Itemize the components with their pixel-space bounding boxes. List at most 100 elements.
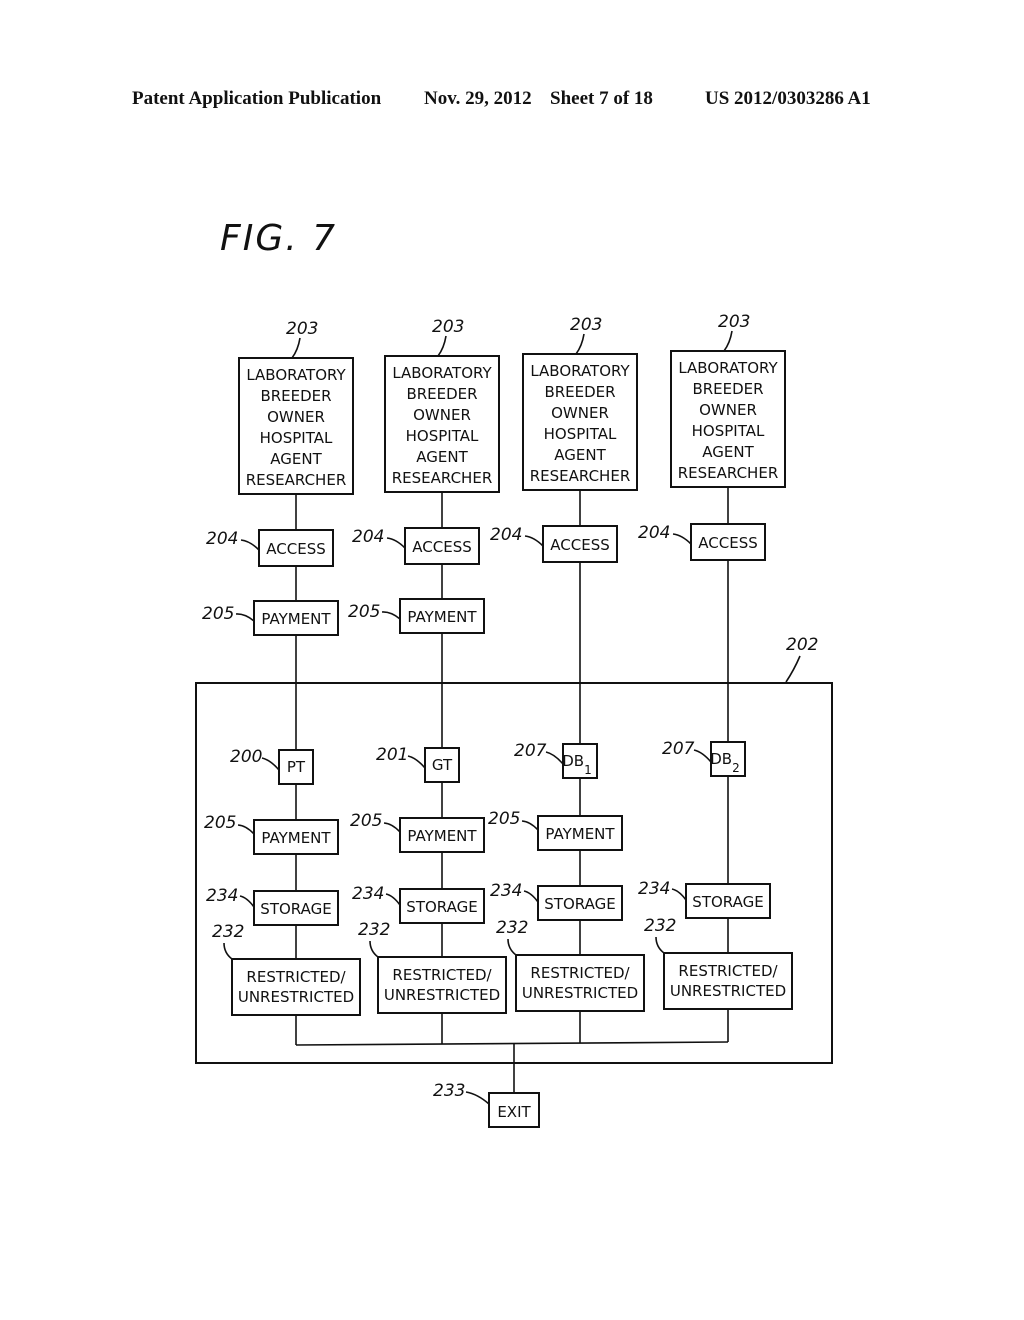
col1-restricted-box: RESTRICTED/UNRESTRICTED	[231, 958, 361, 1016]
col1-payment-in-ref: 205	[202, 604, 234, 624]
col2-storage-label: STORAGE	[406, 898, 477, 916]
col4-entity-line: AGENT	[702, 443, 754, 461]
col3-entity-line: LABORATORY	[530, 362, 630, 380]
col3-restricted-line: UNRESTRICTED	[522, 984, 638, 1002]
col2-restricted-line: RESTRICTED/	[392, 966, 492, 984]
col4-access-label: ACCESS	[698, 534, 757, 552]
col1-entity-line: HOSPITAL	[260, 429, 333, 447]
col2-node-label: GT	[432, 756, 453, 774]
col2-entity-line: AGENT	[416, 448, 468, 466]
col4-storage-ref: 234	[638, 879, 670, 899]
col2-entity-line: HOSPITAL	[406, 427, 479, 445]
col2-payment-in-ref: 205	[348, 602, 380, 622]
col3-entity-line: AGENT	[554, 446, 606, 464]
col2-access-leader	[386, 537, 406, 549]
col1-payment-leader	[237, 824, 255, 835]
col3-restricted-leader	[507, 938, 517, 956]
col4-node-leader	[693, 749, 712, 763]
col3-storage-ref: 234	[490, 881, 522, 901]
col2-payment-in-leader	[381, 611, 401, 620]
col1-access-ref: 204	[206, 529, 238, 549]
col3-entity-box: LABORATORY BREEDER OWNER HOSPITAL AGENT RESEA…	[522, 353, 638, 491]
col3-restricted-line: RESTRICTED/	[530, 964, 630, 982]
col1-entity-line: AGENT	[270, 450, 322, 468]
col1-entity-line: LABORATORY	[246, 366, 346, 384]
col4-entity-line: LABORATORY	[678, 359, 778, 377]
col4-entity-line: RESEARCHER	[678, 464, 779, 482]
col1-storage-label: STORAGE	[260, 900, 331, 918]
col4-entity-line: OWNER	[699, 401, 757, 419]
col3-access-box: ACCESS	[542, 525, 618, 563]
col2-entity-line: BREEDER	[406, 385, 477, 403]
col4-entity-leader	[723, 330, 733, 352]
merge-bus	[295, 1041, 729, 1046]
exit-ref: 233	[433, 1081, 465, 1101]
col2-access-box: ACCESS	[404, 527, 480, 565]
col1-payment-in-box: PAYMENT	[253, 600, 339, 636]
col4-restricted-ref: 232	[644, 916, 676, 936]
col3-storage-leader	[523, 890, 539, 903]
col1-node-label: PT	[287, 758, 306, 776]
col2-entity-leader	[437, 335, 447, 357]
col1-access-label: ACCESS	[266, 540, 325, 558]
col1-entity-leader	[291, 337, 301, 359]
col3-node-ref: 207	[514, 741, 547, 761]
col2-access-ref: 204	[352, 527, 384, 547]
col4-storage-label: STORAGE	[692, 893, 763, 911]
col4-storage-leader	[671, 888, 687, 901]
col3-restricted-ref: 232	[496, 918, 528, 938]
col1-storage-ref: 234	[206, 886, 238, 906]
col3-payment-ref: 205	[488, 809, 520, 829]
col3-node-subscript: 1	[584, 763, 592, 777]
col2-node-ref: 201	[376, 745, 408, 765]
exit-box: EXIT	[488, 1092, 540, 1128]
col3-entity-leader	[575, 333, 585, 355]
col3-restricted-box: RESTRICTED/UNRESTRICTED	[515, 954, 645, 1012]
col2-payment-box: PAYMENT	[399, 817, 485, 853]
col4-restricted-line: RESTRICTED/	[678, 962, 778, 980]
col1-access-box: ACCESS	[258, 529, 334, 567]
col2-access-label: ACCESS	[412, 538, 471, 556]
col1-restricted-line: RESTRICTED/	[246, 968, 346, 986]
col3-storage-label: STORAGE	[544, 895, 615, 913]
col1-entity-line: OWNER	[267, 408, 325, 426]
col3-entity-line: RESEARCHER	[530, 467, 631, 485]
col1-node-ref: 200	[230, 747, 262, 767]
col1-entity-line: BREEDER	[260, 387, 331, 405]
col3-access-label: ACCESS	[550, 536, 609, 554]
col4-access-box: ACCESS	[690, 523, 766, 561]
col3-node-box: DB1	[562, 743, 598, 779]
col4-access-leader	[672, 533, 692, 545]
col4-entity-line: BREEDER	[692, 380, 763, 398]
col2-restricted-leader	[369, 940, 379, 958]
container-leader	[785, 655, 801, 683]
col3-payment-leader	[521, 820, 539, 831]
col2-restricted-line: UNRESTRICTED	[384, 986, 500, 1004]
col1-restricted-ref: 232	[212, 922, 244, 942]
col1-restricted-line: UNRESTRICTED	[238, 988, 354, 1006]
col2-payment-ref: 205	[350, 811, 382, 831]
col3-access-ref: 204	[490, 525, 522, 545]
container-ref: 202	[786, 635, 818, 655]
col2-storage-box: STORAGE	[399, 888, 485, 924]
col4-access-ref: 204	[638, 523, 670, 543]
col4-restricted-line: UNRESTRICTED	[670, 982, 786, 1000]
col2-payment-in-box: PAYMENT	[399, 598, 485, 634]
col2-node-leader	[407, 755, 426, 769]
col2-payment-leader	[383, 822, 401, 833]
col1-entity-box: LABORATORY BREEDER OWNER HOSPITAL AGENT RESEA…	[238, 357, 354, 495]
col4-storage-box: STORAGE	[685, 883, 771, 919]
col1-payment-ref: 205	[204, 813, 236, 833]
col2-restricted-box: RESTRICTED/UNRESTRICTED	[377, 956, 507, 1014]
col3-entity-line: OWNER	[551, 404, 609, 422]
col2-entity-line: RESEARCHER	[392, 469, 493, 487]
col2-storage-ref: 234	[352, 884, 384, 904]
col3-entity-ref: 203	[570, 315, 602, 335]
col1-payment-label: PAYMENT	[261, 829, 331, 847]
col4-entity-box: LABORATORY BREEDER OWNER HOSPITAL AGENT RESEA…	[670, 350, 786, 488]
col4-entity-ref: 203	[718, 312, 750, 332]
col1-node-leader	[261, 757, 280, 771]
col1-payment-in-leader	[235, 613, 255, 622]
col3-storage-box: STORAGE	[537, 885, 623, 921]
col2-entity-line: LABORATORY	[392, 364, 492, 382]
